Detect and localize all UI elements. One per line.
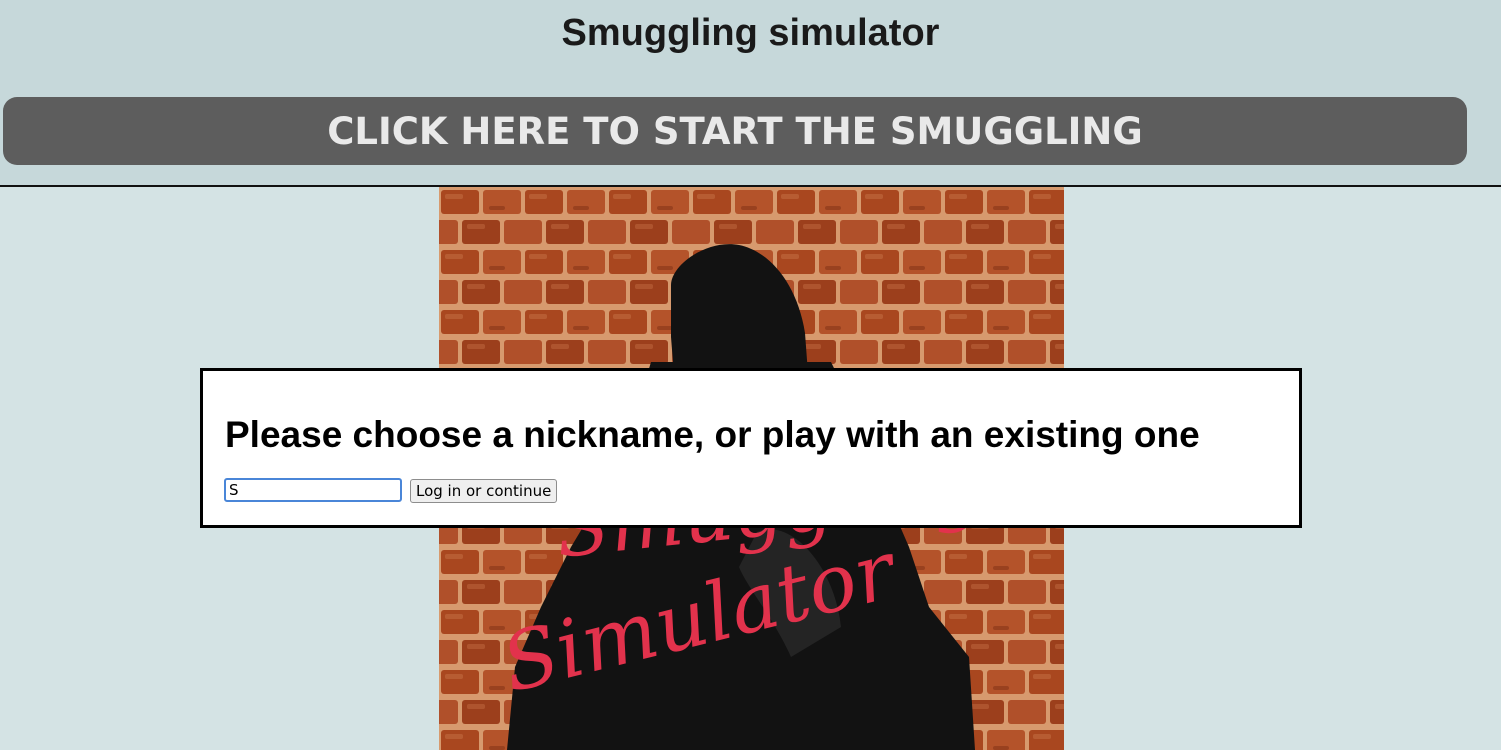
nickname-input[interactable] [224,478,402,502]
dialog-heading: Please choose a nickname, or play with a… [225,414,1200,455]
start-smuggling-button[interactable]: CLICK HERE TO START THE SMUGGLING [3,97,1467,165]
header: Smuggling simulator CLICK HERE TO START … [0,0,1501,187]
login-or-continue-button[interactable]: Log in or continue [410,479,558,503]
page-title: Smuggling simulator [561,12,940,54]
nickname-dialog: Please choose a nickname, or play with a… [200,368,1302,528]
